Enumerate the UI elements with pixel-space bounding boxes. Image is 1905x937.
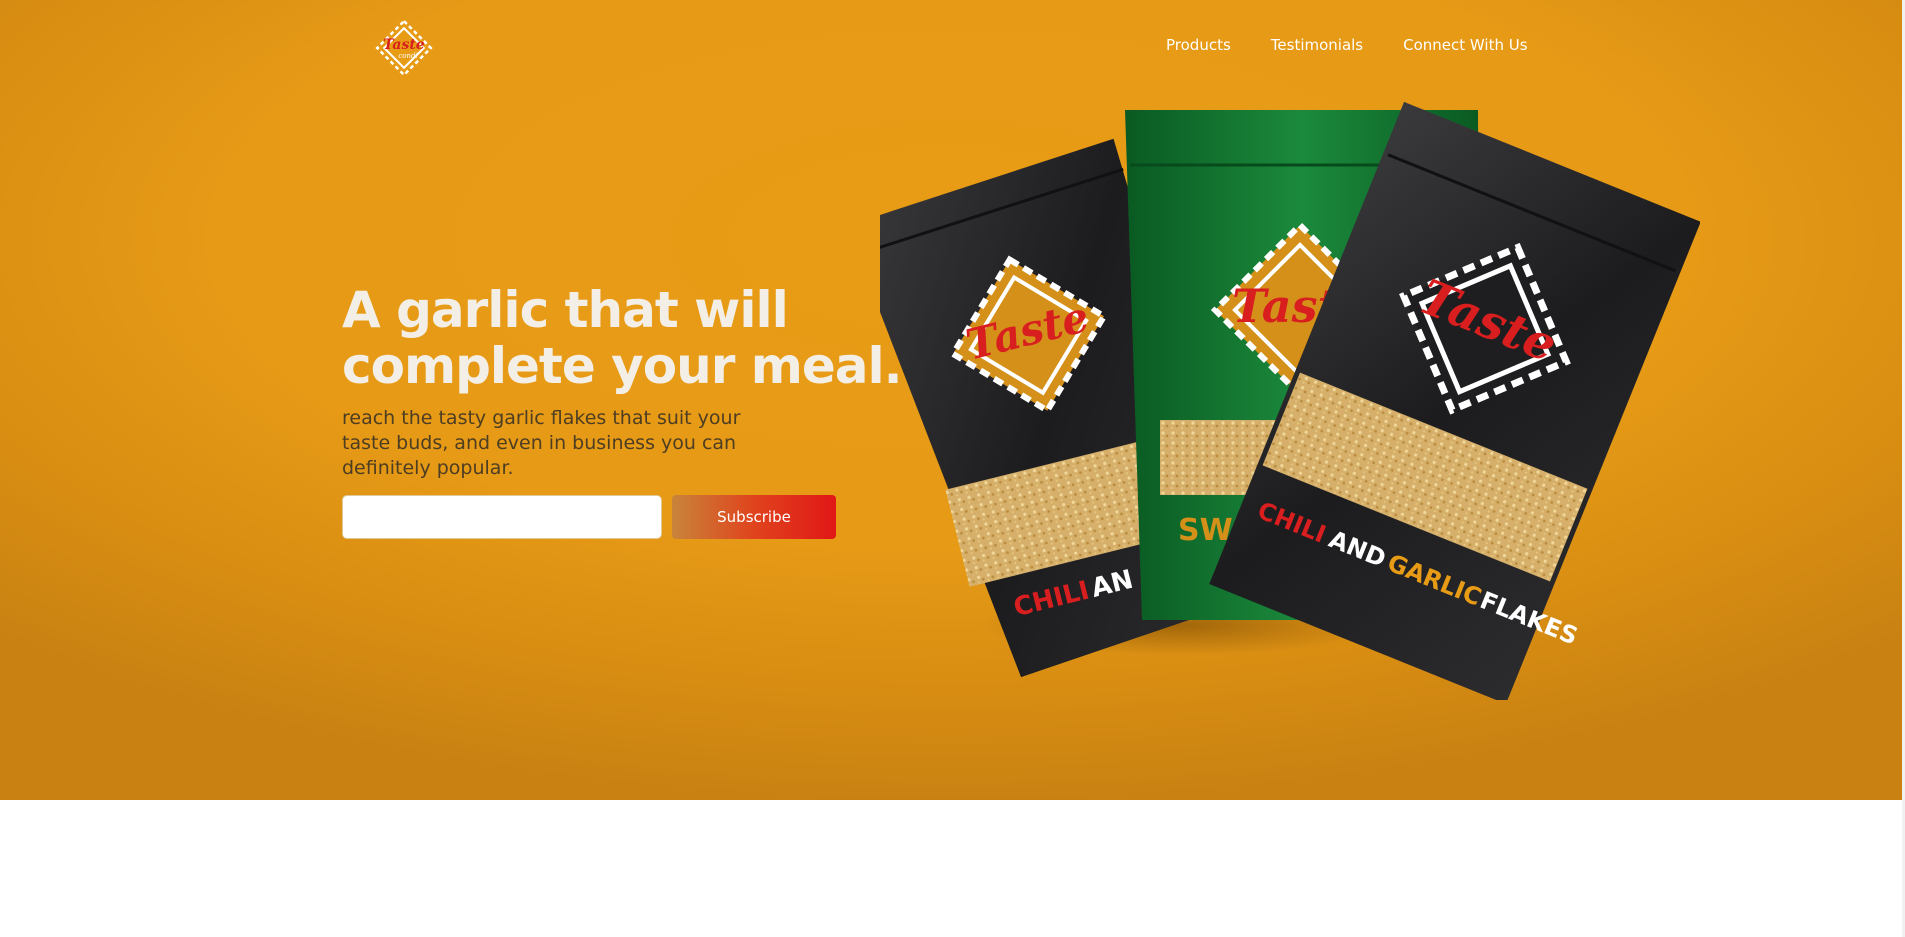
email-input[interactable] [342,495,662,539]
subscribe-button[interactable]: Subscribe [672,495,836,539]
main-nav: Products Testimonials Connect With Us [1166,36,1528,54]
hero-subtext: reach the tasty garlic flakes that suit … [342,407,741,479]
hero-section: Taste condi Products Testimonials Connec… [0,0,1905,800]
product-bags-image: Taste CHILI AN Taste SWEET Taste [880,101,1700,700]
nav-item-products[interactable]: Products [1166,36,1231,54]
brand-logo[interactable]: Taste condi [374,18,434,78]
nav-item-connect[interactable]: Connect With Us [1403,36,1527,54]
nav-item-testimonials[interactable]: Testimonials [1271,36,1363,54]
logo-text-sub: condi [398,52,417,60]
hero-headline: A garlic that will complete your meal. [342,281,903,395]
logo-text-main: Taste [383,37,424,53]
logo-icon: Taste condi [375,19,433,77]
